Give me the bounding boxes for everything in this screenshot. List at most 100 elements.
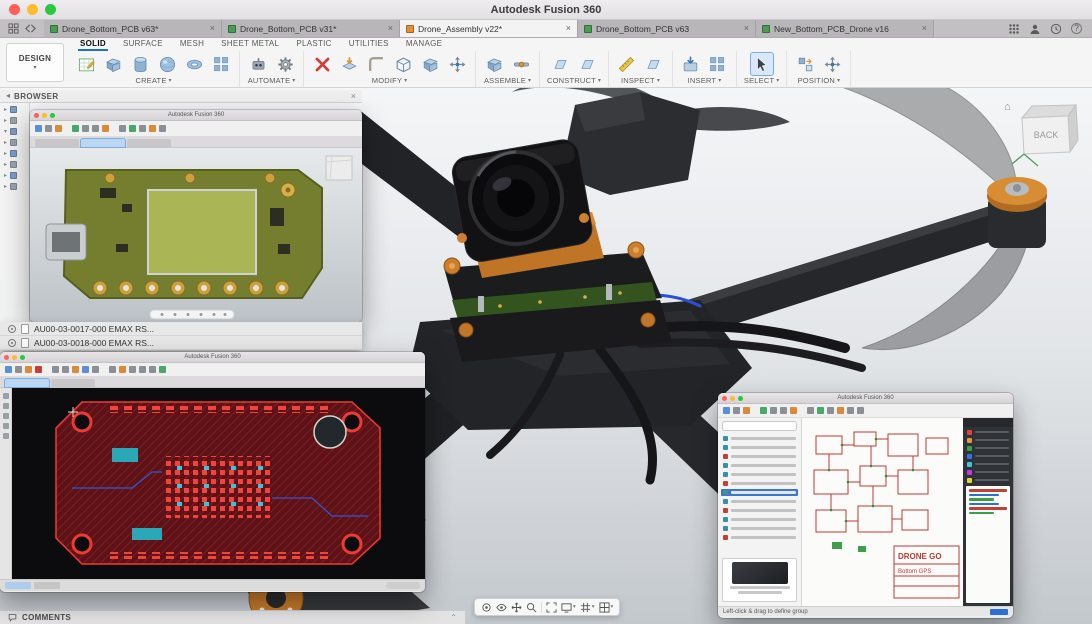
capture-position-button[interactable] — [821, 53, 843, 75]
list-item[interactable] — [721, 525, 798, 532]
layers-panel-header[interactable] — [963, 418, 1013, 427]
part-preview-panel[interactable] — [722, 558, 797, 602]
doc-tab-1[interactable]: Drone_Bottom_PCB v63* × — [44, 20, 222, 37]
press-pull-button[interactable] — [338, 53, 360, 75]
pattern-button[interactable] — [210, 53, 232, 75]
insert-decal-button[interactable] — [707, 53, 729, 75]
sheet-tab-active[interactable] — [5, 582, 31, 589]
display-settings-button[interactable]: ▾ — [561, 602, 576, 613]
browser-panel-header[interactable]: ◂ BROWSER × — [0, 90, 362, 103]
pan-button[interactable] — [511, 602, 522, 613]
layer-row[interactable] — [963, 445, 1013, 451]
green-pcb-board[interactable] — [46, 170, 322, 298]
close-window-button[interactable] — [9, 4, 20, 15]
pcb3d-titlebar[interactable]: Autodesk Fusion 360 — [30, 110, 362, 121]
tab-sheet-metal[interactable]: SHEET METAL — [219, 39, 281, 51]
fit-view-button[interactable] — [546, 602, 557, 613]
mini-tab[interactable] — [35, 139, 79, 147]
layer-row[interactable] — [963, 429, 1013, 435]
new-component-button[interactable] — [483, 53, 505, 75]
group-label-inspect[interactable]: INSPECT▾ — [621, 76, 660, 86]
list-item-selected[interactable] — [721, 489, 798, 496]
offset-plane-button[interactable] — [576, 53, 598, 75]
pcb3d-doc-tabs[interactable] — [30, 137, 362, 148]
status-action-button[interactable] — [990, 609, 1008, 615]
doc-tab-5[interactable]: New_Bottom_PCB_Drone v16 × — [756, 20, 934, 37]
list-item[interactable] — [721, 480, 798, 487]
tab-surface[interactable]: SURFACE — [121, 39, 165, 51]
mini-tab-active[interactable] — [81, 139, 125, 147]
tree-node[interactable]: ▸ — [4, 106, 29, 113]
shell-button[interactable] — [392, 53, 414, 75]
tree-node[interactable]: ▸ — [4, 183, 29, 190]
viewports-button[interactable]: ▾ — [599, 602, 614, 613]
zoom-window-button[interactable] — [45, 4, 56, 15]
view-navigation-bar[interactable]: ▾ ▾ ▾ — [474, 598, 620, 616]
tree-node[interactable]: ▸ — [4, 150, 29, 157]
group-label-assemble[interactable]: ASSEMBLE▾ — [484, 76, 531, 86]
select-button[interactable] — [751, 53, 773, 75]
layout-titlebar[interactable]: Autodesk Fusion 360 — [0, 352, 425, 363]
create-sketch-button[interactable] — [75, 53, 97, 75]
layout-menu-toolbar[interactable] — [0, 363, 425, 377]
look-at-button[interactable] — [496, 602, 507, 613]
browser-tree-strip[interactable]: ▸ ▸ ▾ ▸ ▸ ▸ ▸ ▸ — [0, 103, 30, 322]
joint-button[interactable] — [510, 53, 532, 75]
visibility-eye-icon[interactable] — [8, 339, 16, 347]
layer-row[interactable] — [963, 477, 1013, 483]
layer-row[interactable] — [963, 453, 1013, 459]
list-item[interactable] — [721, 435, 798, 442]
traffic-lights-mini[interactable] — [4, 355, 25, 360]
cylinder-button[interactable] — [129, 53, 151, 75]
list-item[interactable] — [721, 471, 798, 478]
tab-manage[interactable]: MANAGE — [404, 39, 444, 51]
mini-viewcube[interactable] — [326, 156, 352, 180]
list-item[interactable] — [721, 507, 798, 514]
layout-doc-tabs[interactable] — [0, 377, 425, 388]
list-item[interactable] — [721, 462, 798, 469]
list-item[interactable] — [721, 534, 798, 541]
traffic-lights[interactable] — [9, 4, 56, 15]
orbit-button[interactable] — [481, 602, 492, 613]
motor-right[interactable] — [987, 177, 1047, 248]
chevron-left-icon[interactable]: ◂ — [6, 92, 10, 100]
tree-item-emax-2[interactable]: AU00-03-0018-000 EMAX RS... — [0, 336, 362, 350]
sheet-tab[interactable] — [34, 582, 60, 589]
list-item[interactable] — [721, 453, 798, 460]
group-label-automate[interactable]: AUTOMATE▾ — [248, 76, 296, 86]
visibility-eye-icon[interactable] — [8, 325, 16, 333]
layer-row[interactable] — [963, 469, 1013, 475]
tree-item-emax-1[interactable]: AU00-03-0017-000 EMAX RS... — [0, 322, 362, 336]
group-label-select[interactable]: SELECT▾ — [744, 76, 779, 86]
home-icon[interactable]: ⌂ — [1004, 101, 1011, 113]
workspace-dropdown[interactable]: DESIGN ▾ — [6, 43, 64, 82]
profile-icon[interactable] — [1029, 23, 1041, 35]
layout-left-toolstrip[interactable] — [0, 388, 12, 579]
close-icon[interactable]: × — [922, 24, 927, 33]
section-analysis-button[interactable] — [643, 53, 665, 75]
schematic-toolbar[interactable] — [718, 404, 1013, 418]
tab-utilities[interactable]: UTILITIES — [347, 39, 391, 51]
mini-tab[interactable] — [51, 379, 95, 387]
automate-button[interactable] — [247, 53, 269, 75]
tree-node[interactable]: ▸ — [4, 117, 29, 124]
pcb-layout-window[interactable]: Autodesk Fusion 360 — [0, 352, 425, 592]
group-label-insert[interactable]: INSERT▾ — [688, 76, 722, 86]
close-icon[interactable]: × — [744, 24, 749, 33]
properties-panel[interactable] — [966, 486, 1010, 603]
mini-tab-active[interactable] — [5, 379, 49, 387]
sphere-button[interactable] — [156, 53, 178, 75]
tab-mesh[interactable]: MESH — [178, 39, 206, 51]
close-icon[interactable]: × — [388, 24, 393, 33]
fillet-button[interactable] — [365, 53, 387, 75]
remove-button[interactable] — [311, 53, 333, 75]
list-item[interactable] — [721, 444, 798, 451]
apps-grid-icon[interactable] — [1008, 23, 1020, 35]
tree-node[interactable]: ▸ — [4, 161, 29, 168]
primitive-box-button[interactable] — [102, 53, 124, 75]
doc-tab-4[interactable]: Drone_Bottom_PCB v63 × — [578, 20, 756, 37]
tree-node[interactable]: ▸ — [4, 139, 29, 146]
pcb3d-toolbar[interactable] — [30, 121, 362, 137]
schematic-titlebar[interactable]: Autodesk Fusion 360 — [718, 393, 1013, 404]
comments-bar[interactable]: COMMENTS ⌃ — [0, 610, 466, 624]
